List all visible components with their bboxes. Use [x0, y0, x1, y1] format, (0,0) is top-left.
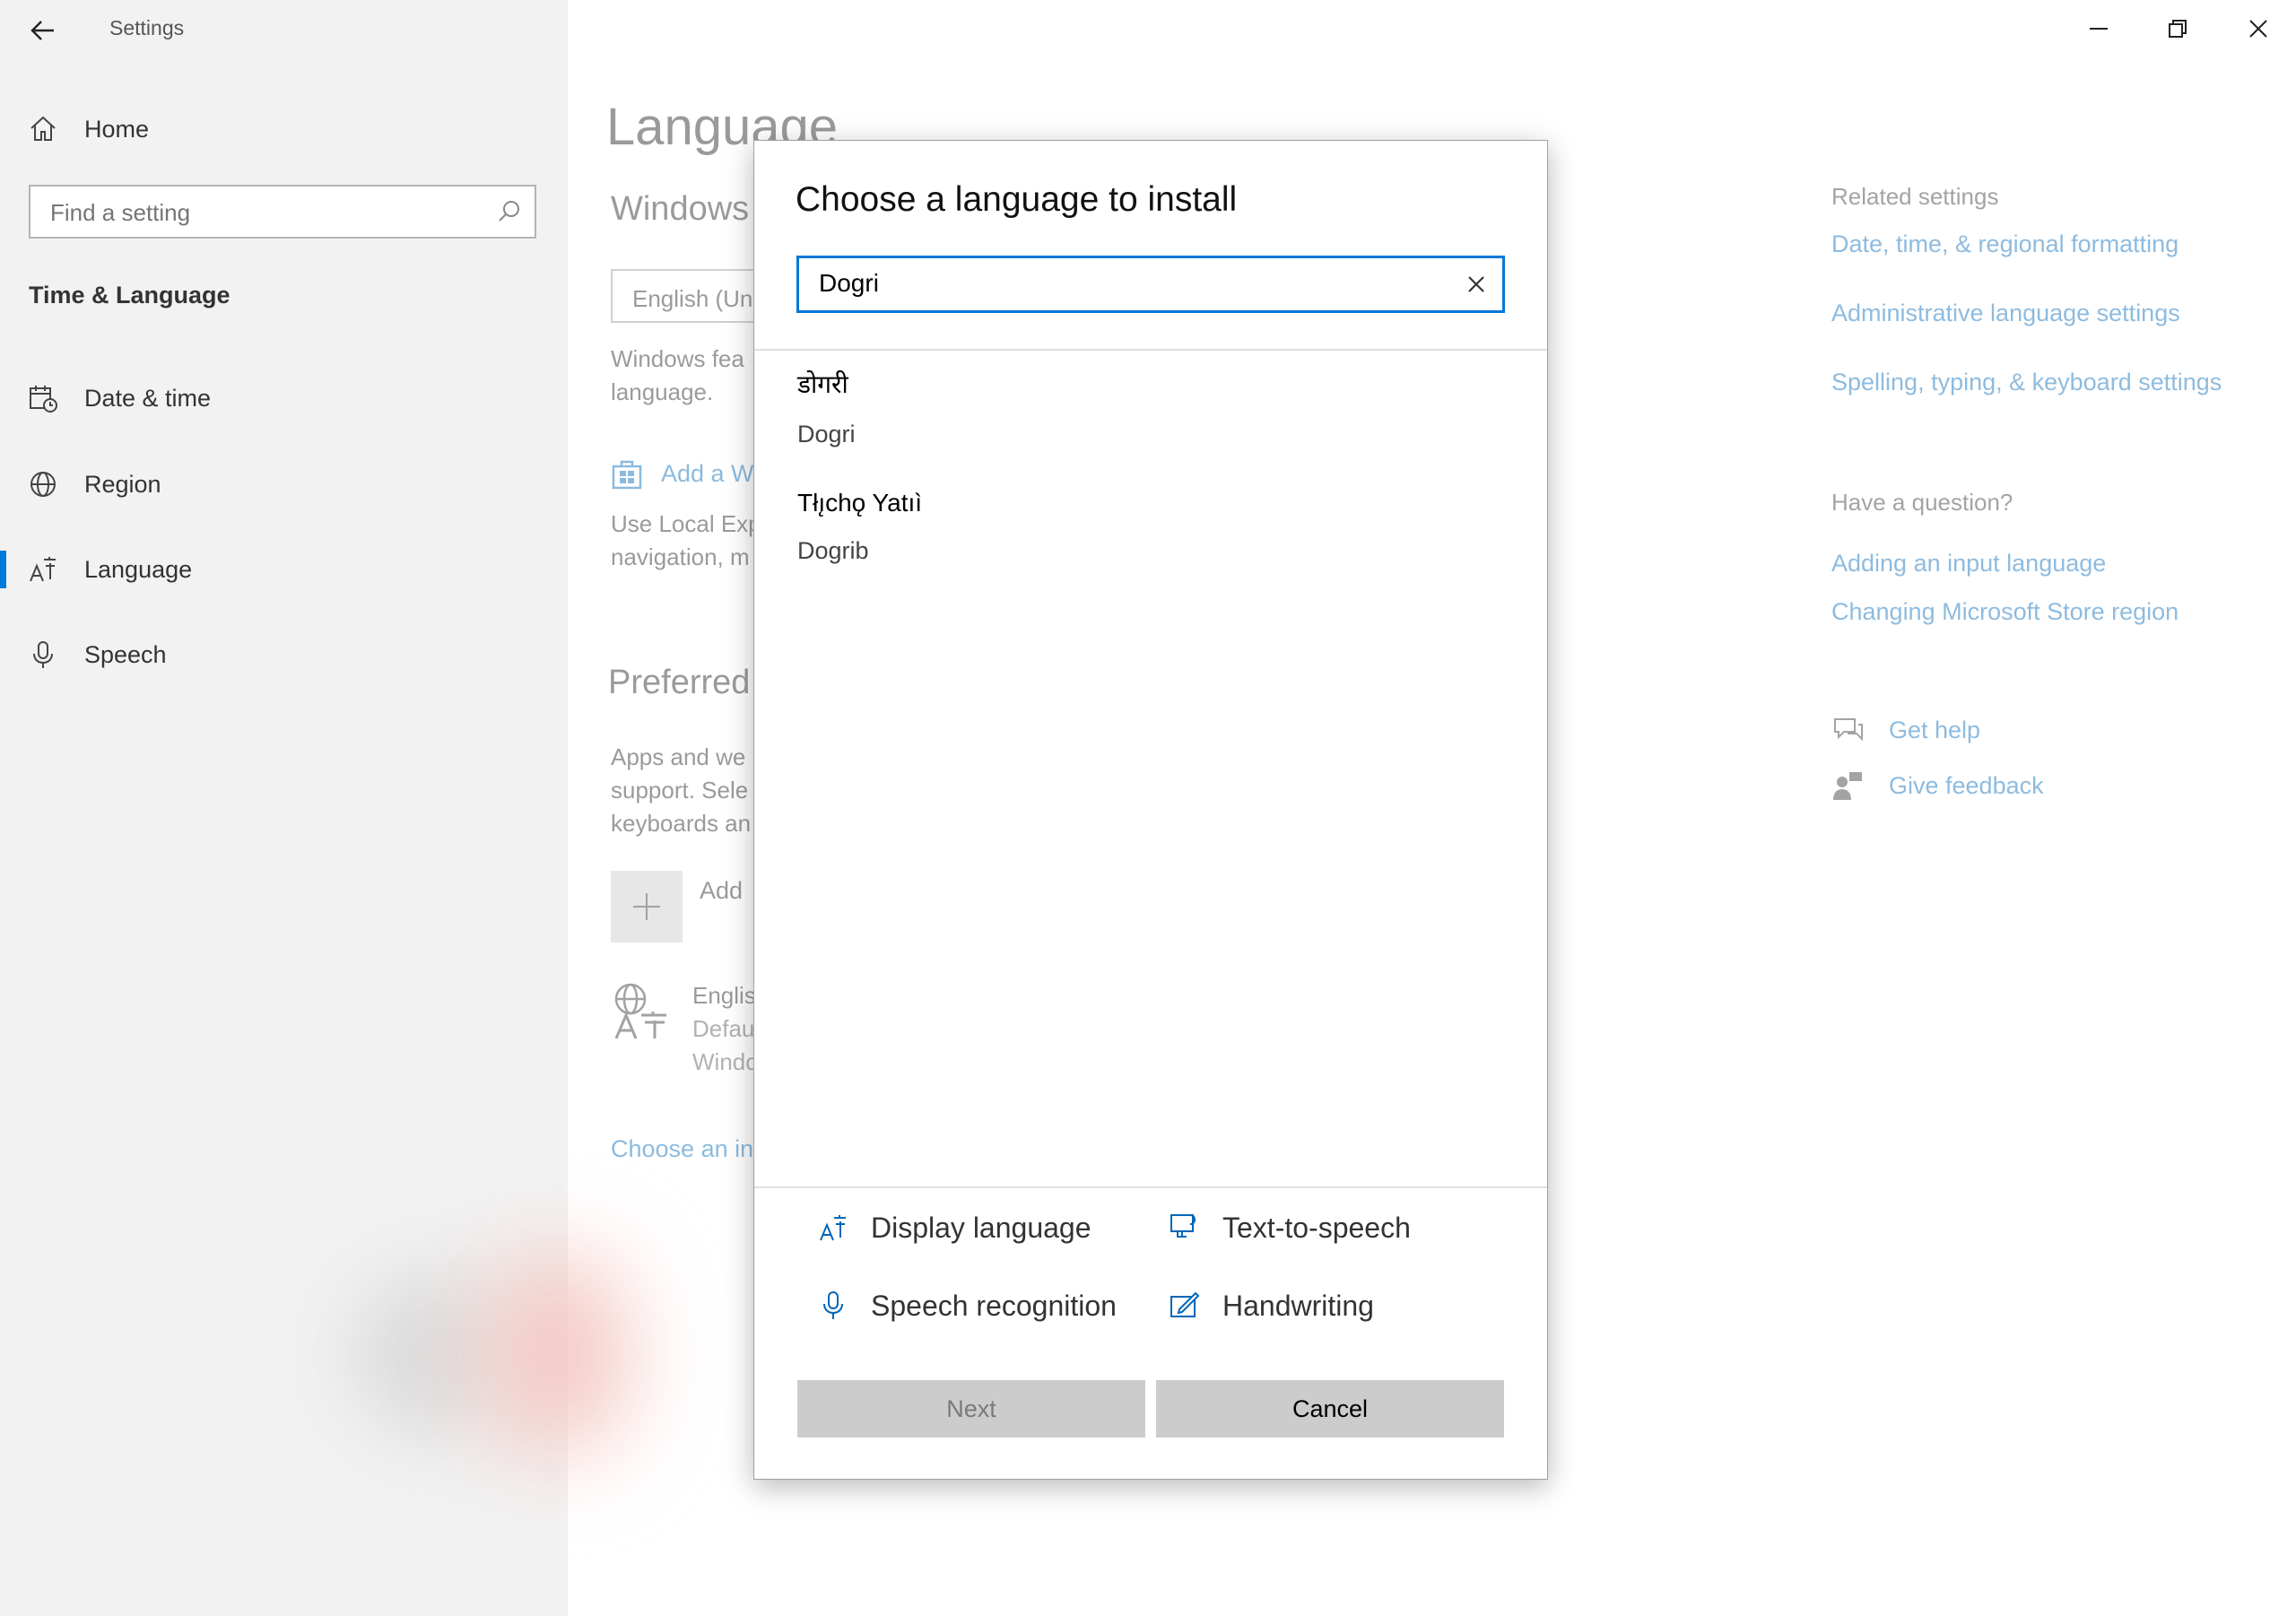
- text-line: Defau: [692, 1015, 755, 1042]
- active-indicator: [0, 551, 6, 588]
- link-label: Give feedback: [1889, 771, 2044, 799]
- sidebar-item-region[interactable]: Region: [27, 468, 161, 500]
- text-line: navigation, m: [611, 543, 750, 570]
- sidebar-item-label: Speech: [84, 640, 167, 668]
- windows-features-text: Windows fea language.: [611, 343, 744, 409]
- link-label: Get help: [1889, 716, 1981, 743]
- language-result-item[interactable]: डोगरी Dogri: [797, 367, 1506, 448]
- english-language-item[interactable]: Englis Defau Windo: [692, 979, 759, 1079]
- language-icon: [27, 553, 59, 586]
- related-link-spelling-typing[interactable]: Spelling, typing, & keyboard settings: [1831, 369, 2222, 396]
- related-settings-heading: Related settings: [1831, 183, 1999, 210]
- microphone-icon: [815, 1288, 851, 1324]
- search-input[interactable]: [50, 199, 481, 227]
- sidebar-item-label: Home: [84, 115, 150, 143]
- text-line: language.: [611, 378, 714, 405]
- chat-help-icon: [1831, 714, 1864, 746]
- plus-icon: [631, 891, 662, 922]
- clear-search-icon[interactable]: [1463, 271, 1490, 298]
- feature-label: Text-to-speech: [1222, 1211, 1411, 1244]
- display-language-icon: [815, 1210, 851, 1246]
- add-language-label: Add: [700, 877, 744, 904]
- sidebar-item-speech[interactable]: Speech: [27, 639, 167, 671]
- search-icon[interactable]: [497, 199, 522, 224]
- feature-display-language: Display language: [815, 1210, 1091, 1246]
- get-help-link[interactable]: Get help: [1831, 714, 1980, 746]
- give-feedback-link[interactable]: Give feedback: [1831, 769, 2044, 802]
- home-icon: [27, 113, 59, 145]
- cancel-button[interactable]: Cancel: [1156, 1380, 1504, 1438]
- store-icon: [611, 457, 643, 490]
- back-arrow-icon[interactable]: [27, 14, 59, 47]
- language-english-name: Dogri: [797, 421, 856, 447]
- language-search-input[interactable]: [819, 269, 1429, 298]
- feature-label: Display language: [871, 1211, 1091, 1244]
- preferred-languages-heading: Preferred: [608, 664, 751, 701]
- text-to-speech-icon: [1167, 1210, 1203, 1246]
- link-label: Add a W: [661, 459, 754, 487]
- sidebar-item-label: Region: [84, 470, 161, 498]
- close-icon: [2248, 18, 2269, 39]
- feature-text-to-speech: Text-to-speech: [1167, 1210, 1411, 1246]
- divider: [754, 349, 1547, 351]
- feature-label: Handwriting: [1222, 1289, 1374, 1322]
- related-link-date-time[interactable]: Date, time, & regional formatting: [1831, 230, 2179, 258]
- calendar-clock-icon: [27, 382, 59, 414]
- sidebar-item-home[interactable]: Home: [27, 113, 149, 145]
- language-glyph-icon: [611, 981, 672, 1047]
- close-window-button[interactable]: [2231, 11, 2285, 47]
- have-a-question-heading: Have a question?: [1831, 489, 2013, 516]
- handwriting-icon: [1167, 1288, 1203, 1324]
- dialog-title: Choose a language to install: [796, 180, 1238, 219]
- restore-icon: [2167, 18, 2188, 39]
- find-setting-search[interactable]: [29, 185, 536, 239]
- local-experience-text: Use Local Exp navigation, m: [611, 508, 761, 574]
- choose-language-dialog: Choose a language to install डोगरी Dogri…: [753, 140, 1548, 1480]
- feature-handwriting: Handwriting: [1167, 1288, 1374, 1324]
- text-line: Windows fea: [611, 345, 744, 372]
- divider: [754, 1186, 1547, 1188]
- dropdown-value: English (Un: [632, 285, 753, 312]
- window-title: Settings: [109, 16, 185, 39]
- add-language-button[interactable]: [611, 871, 683, 943]
- background-blur: [484, 1255, 628, 1453]
- language-search-box[interactable]: [796, 256, 1505, 313]
- section-title: Time & Language: [29, 282, 230, 308]
- text-line: Windo: [692, 1048, 759, 1075]
- next-button[interactable]: Next: [797, 1380, 1145, 1438]
- restore-button[interactable]: [2151, 11, 2205, 47]
- sidebar-item-label: Language: [84, 555, 193, 583]
- minimize-button[interactable]: [2072, 11, 2126, 47]
- help-link-adding-input-language[interactable]: Adding an input language: [1831, 550, 2106, 578]
- feature-speech-recognition: Speech recognition: [815, 1288, 1117, 1324]
- language-native-name: Tłı̨chǫ Yatıì: [797, 489, 923, 517]
- sidebar-item-date-time[interactable]: Date & time: [27, 382, 211, 414]
- language-result-item[interactable]: Tłı̨chǫ Yatıì Dogrib: [797, 489, 1506, 565]
- language-native-name: डोगरी: [797, 370, 848, 398]
- language-english-name: Dogrib: [797, 537, 869, 564]
- windows-display-heading: Windows: [611, 190, 750, 228]
- help-link-store-region[interactable]: Changing Microsoft Store region: [1831, 598, 2179, 626]
- text-line: Apps and we: [611, 743, 746, 770]
- sidebar: Settings Home Time & Language Date & tim…: [0, 0, 628, 1616]
- text-line: support. Sele: [611, 777, 749, 804]
- text-line: Use Local Exp: [611, 510, 761, 537]
- text-line: keyboards an: [611, 810, 752, 837]
- choose-input-method-link[interactable]: Choose an in: [611, 1135, 753, 1163]
- add-windows-link[interactable]: Add a W: [611, 457, 754, 490]
- feature-label: Speech recognition: [871, 1289, 1117, 1322]
- apps-text: Apps and we support. Sele keyboards an: [611, 741, 751, 840]
- globe-icon: [27, 468, 59, 500]
- text-line: Englis: [692, 982, 756, 1009]
- related-link-admin-language[interactable]: Administrative language settings: [1831, 300, 2180, 327]
- sidebar-item-language[interactable]: Language: [27, 553, 192, 586]
- sidebar-item-label: Date & time: [84, 384, 212, 412]
- minimize-icon: [2088, 18, 2109, 39]
- microphone-icon: [27, 639, 59, 671]
- feedback-person-icon: [1831, 769, 1864, 802]
